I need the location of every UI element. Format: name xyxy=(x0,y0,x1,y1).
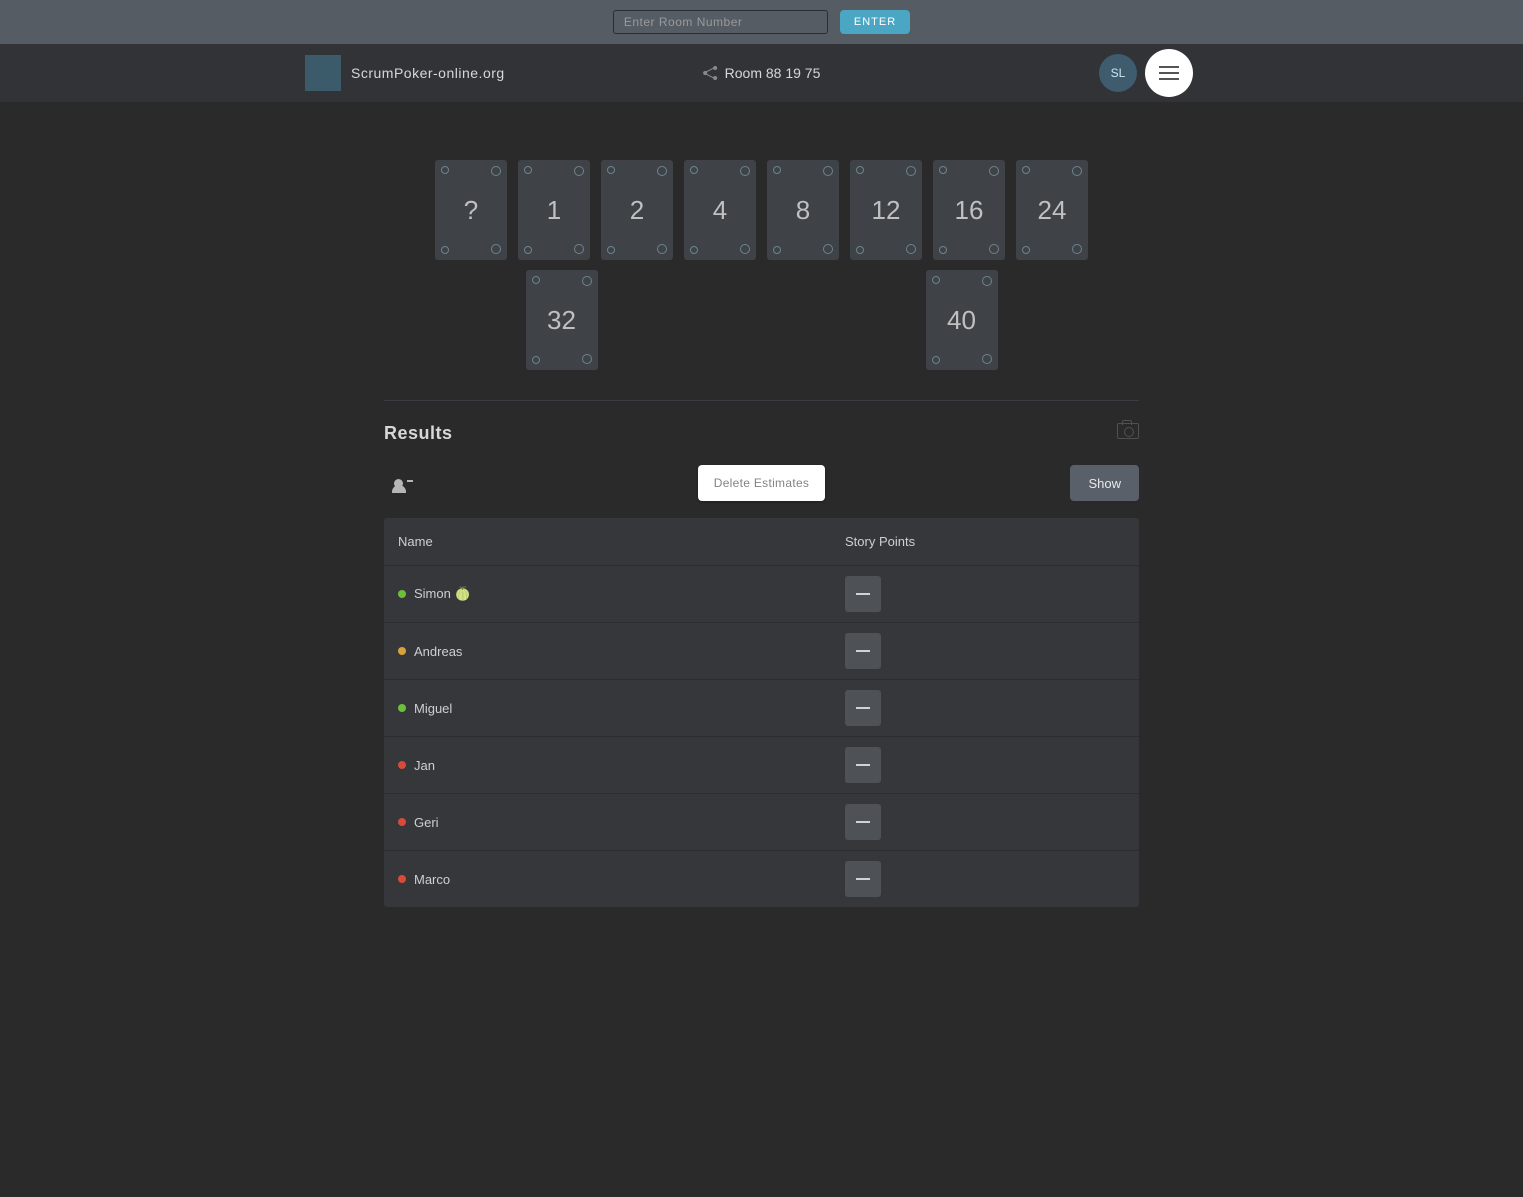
estimate-card[interactable]: 8 xyxy=(767,160,839,260)
story-point-chip xyxy=(845,690,881,726)
camera-icon[interactable]: . xyxy=(1117,423,1139,439)
topbar: ENTER xyxy=(0,0,1523,44)
story-point-chip xyxy=(845,633,881,669)
estimate-card[interactable]: 4 xyxy=(684,160,756,260)
remove-user-icon[interactable] xyxy=(394,474,413,493)
estimate-card[interactable]: 40 xyxy=(926,270,998,370)
enter-button[interactable]: ENTER xyxy=(840,10,910,34)
room-number-text: Room 88 19 75 xyxy=(725,65,821,81)
room-label[interactable]: Room 88 19 75 xyxy=(703,65,821,81)
status-dot xyxy=(398,875,406,883)
estimate-card[interactable]: 2 xyxy=(601,160,673,260)
status-dot xyxy=(398,704,406,712)
estimate-card[interactable]: 12 xyxy=(850,160,922,260)
table-row: Miguel xyxy=(384,680,1139,737)
player-name: Andreas xyxy=(414,644,845,659)
story-point-chip xyxy=(845,861,881,897)
app-header: ScrumPoker-online.org Room 88 19 75 SL xyxy=(0,44,1523,102)
col-story-points: Story Points xyxy=(845,534,1125,549)
table-row: Andreas xyxy=(384,623,1139,680)
status-dot xyxy=(398,761,406,769)
story-point-chip xyxy=(845,576,881,612)
results-heading: Results xyxy=(384,423,453,444)
section-divider xyxy=(384,400,1139,401)
estimate-card[interactable]: 32 xyxy=(526,270,598,370)
delete-estimates-button[interactable]: Delete Estimates xyxy=(698,465,826,501)
room-number-input[interactable] xyxy=(613,10,828,34)
player-name: Geri xyxy=(414,815,845,830)
player-name: Jan xyxy=(414,758,845,773)
table-row: Geri xyxy=(384,794,1139,851)
hamburger-icon xyxy=(1159,66,1179,80)
estimate-card[interactable]: 16 xyxy=(933,160,1005,260)
player-name: Simon 🍈 xyxy=(414,586,845,602)
story-point-chip xyxy=(845,804,881,840)
avatar[interactable]: SL xyxy=(1099,54,1137,92)
card-row-2: 32 40 xyxy=(384,270,1139,370)
app-logo xyxy=(305,55,341,91)
player-name: Marco xyxy=(414,872,845,887)
status-dot xyxy=(398,818,406,826)
main-content: ? 1 2 4 8 12 16 24 32 40 Results . Delet… xyxy=(384,160,1139,907)
table-row: Simon 🍈 xyxy=(384,566,1139,623)
results-table: Name Story Points Simon 🍈 Andreas Miguel… xyxy=(384,518,1139,907)
table-row: Jan xyxy=(384,737,1139,794)
show-button[interactable]: Show xyxy=(1070,465,1139,501)
status-dot xyxy=(398,590,406,598)
menu-button[interactable] xyxy=(1145,49,1193,97)
status-dot xyxy=(398,647,406,655)
player-name: Miguel xyxy=(414,701,845,716)
col-name: Name xyxy=(398,534,845,549)
share-icon xyxy=(703,66,717,80)
app-title: ScrumPoker-online.org xyxy=(351,65,505,81)
table-row: Marco xyxy=(384,851,1139,907)
card-row-1: ? 1 2 4 8 12 16 24 xyxy=(384,160,1139,260)
table-header: Name Story Points xyxy=(384,518,1139,566)
estimate-card[interactable]: ? xyxy=(435,160,507,260)
estimate-card[interactable]: 24 xyxy=(1016,160,1088,260)
estimate-card[interactable]: 1 xyxy=(518,160,590,260)
story-point-chip xyxy=(845,747,881,783)
